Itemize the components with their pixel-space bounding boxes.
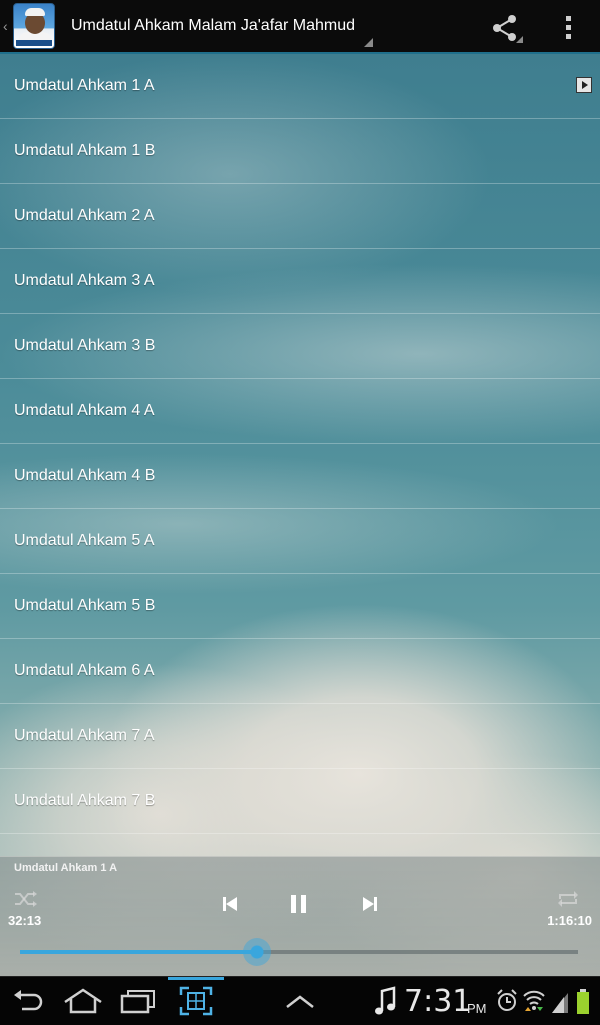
previous-track-icon[interactable] (220, 895, 240, 913)
home-icon[interactable] (62, 985, 104, 1017)
track-label: Umdatul Ahkam 7 B (14, 792, 156, 809)
app-title[interactable]: Umdatul Ahkam Malam Ja'afar Mahmud (71, 17, 374, 47)
media-player: Umdatul Ahkam 1 A 32:13 1:16:10 (0, 856, 600, 977)
list-item[interactable]: Umdatul Ahkam 5 B (0, 574, 600, 639)
list-item[interactable]: Umdatul Ahkam 1 A (0, 54, 600, 119)
music-note-icon (374, 985, 398, 1017)
track-label: Umdatul Ahkam 7 A (14, 727, 155, 744)
now-playing-title: Umdatul Ahkam 1 A (14, 862, 118, 874)
list-item[interactable]: Umdatul Ahkam 2 A (0, 184, 600, 249)
app-icon[interactable] (13, 3, 55, 49)
track-label: Umdatul Ahkam 3 A (14, 272, 155, 289)
share-icon[interactable] (490, 12, 524, 44)
list-item[interactable]: Umdatul Ahkam 5 A (0, 509, 600, 574)
status-ampm: PM (467, 1001, 487, 1016)
seek-bar[interactable] (20, 938, 578, 966)
list-item[interactable]: Umdatul Ahkam 4 B (0, 444, 600, 509)
alarm-icon (496, 985, 518, 1017)
list-item[interactable]: Umdatul Ahkam 1 B (0, 119, 600, 184)
system-navigation-bar: 7:31 PM (0, 976, 600, 1025)
content-area: Umdatul Ahkam 1 A Umdatul Ahkam 1 B Umda… (0, 54, 600, 976)
track-label: Umdatul Ahkam 1 A (14, 77, 155, 94)
screenshot-icon[interactable] (178, 985, 214, 1017)
menu-up-icon[interactable] (284, 985, 316, 1017)
overflow-menu-icon[interactable] (558, 12, 578, 44)
pause-icon[interactable] (289, 893, 309, 915)
app-title-text: Umdatul Ahkam Malam Ja'afar Mahmud (71, 17, 356, 34)
back-icon[interactable] (10, 985, 46, 1017)
dropdown-corner-icon (364, 38, 374, 47)
list-item[interactable]: Umdatul Ahkam 4 A (0, 379, 600, 444)
list-item[interactable]: Umdatul Ahkam 7 B (0, 769, 600, 834)
active-indicator (168, 977, 224, 980)
status-clock: 7:31 (404, 984, 472, 1019)
track-label: Umdatul Ahkam 5 A (14, 532, 155, 549)
list-item[interactable]: Umdatul Ahkam 6 A (0, 639, 600, 704)
action-bar: ‹ Umdatul Ahkam Malam Ja'afar Mahmud (0, 0, 600, 54)
next-track-icon[interactable] (360, 895, 380, 913)
list-item[interactable]: Umdatul Ahkam 3 B (0, 314, 600, 379)
seek-bar-thumb[interactable] (243, 938, 272, 966)
track-label: Umdatul Ahkam 4 A (14, 402, 155, 419)
list-item[interactable]: Umdatul Ahkam 3 A (0, 249, 600, 314)
track-label: Umdatul Ahkam 5 B (14, 597, 156, 614)
repeat-icon[interactable] (556, 890, 580, 908)
wifi-icon (522, 985, 546, 1017)
seek-bar-progress (20, 950, 258, 954)
track-label: Umdatul Ahkam 3 B (14, 337, 156, 354)
elapsed-time: 32:13 (8, 913, 42, 928)
track-label: Umdatul Ahkam 1 B (14, 142, 156, 159)
track-label: Umdatul Ahkam 2 A (14, 207, 155, 224)
track-label: Umdatul Ahkam 6 A (14, 662, 155, 679)
signal-icon (550, 985, 570, 1017)
track-list: Umdatul Ahkam 1 A Umdatul Ahkam 1 B Umda… (0, 54, 600, 834)
battery-icon (575, 985, 591, 1017)
recent-apps-icon[interactable] (120, 985, 158, 1017)
now-playing-icon (576, 77, 592, 93)
up-caret-icon[interactable]: ‹ (3, 18, 13, 34)
shuffle-icon[interactable] (14, 890, 38, 908)
track-label: Umdatul Ahkam 4 B (14, 467, 156, 484)
total-duration: 1:16:10 (547, 913, 592, 928)
list-item[interactable]: Umdatul Ahkam 7 A (0, 704, 600, 769)
